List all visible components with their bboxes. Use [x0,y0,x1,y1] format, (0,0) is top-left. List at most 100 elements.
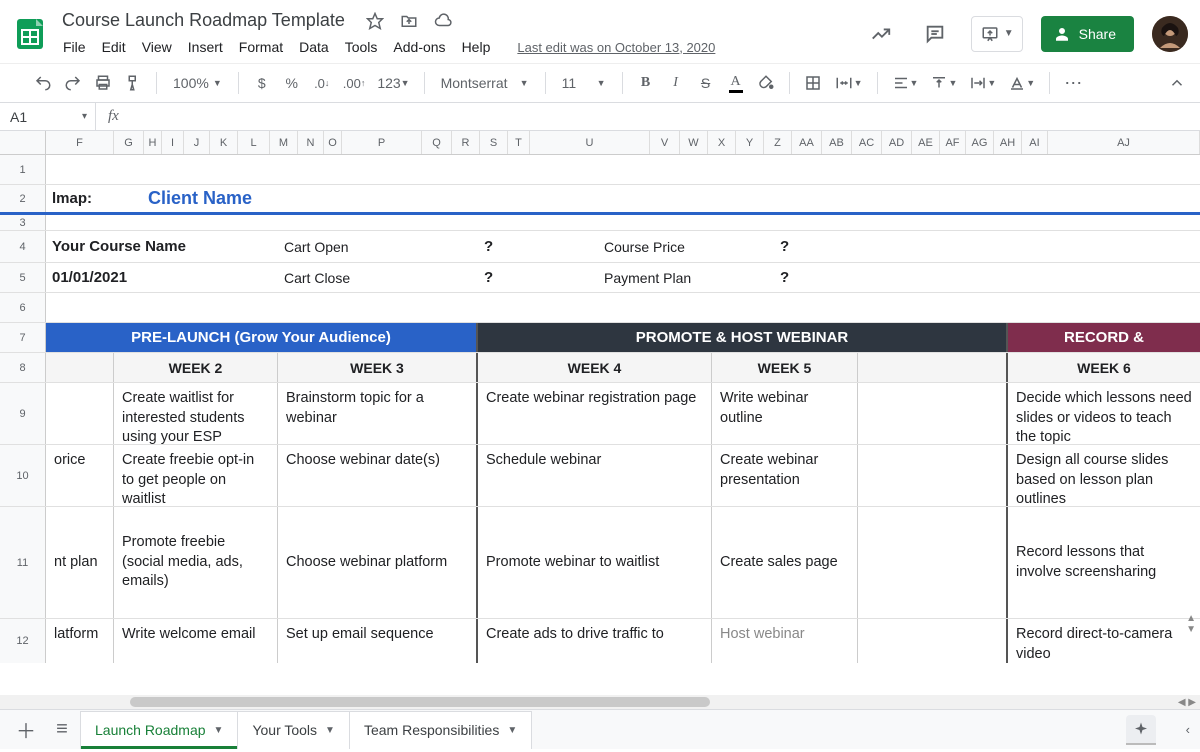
row-header[interactable]: 8 [0,353,46,382]
merge-cells-button[interactable]: ▼ [830,69,867,97]
row-header[interactable]: 7 [0,323,46,352]
font-dropdown[interactable]: Montserrat▼ [435,69,535,97]
column-header[interactable]: F [46,131,114,154]
row-header[interactable]: 6 [0,293,46,322]
column-header[interactable]: K [210,131,238,154]
text-color-button[interactable]: A [723,69,749,97]
row-header[interactable]: 11 [0,507,46,618]
text-wrap-button[interactable]: ▼ [965,69,1000,97]
menu-insert[interactable]: Insert [181,35,230,59]
column-header[interactable]: V [650,131,680,154]
row-header[interactable]: 9 [0,383,46,444]
row-header[interactable]: 10 [0,445,46,506]
collapse-side-panel-icon[interactable]: ‹ [1186,722,1190,737]
vertical-align-button[interactable]: ▼ [926,69,961,97]
column-header[interactable]: Z [764,131,792,154]
horizontal-scrollbar[interactable]: ◀ ▶ [0,695,1200,709]
all-sheets-button[interactable]: ≡ [44,712,80,748]
print-button[interactable] [90,69,116,97]
fill-color-button[interactable] [753,69,779,97]
column-header[interactable]: G [114,131,144,154]
column-header[interactable]: U [530,131,650,154]
column-header[interactable]: P [342,131,422,154]
select-all-corner[interactable] [0,131,46,154]
italic-button[interactable]: I [663,69,689,97]
account-avatar[interactable] [1152,16,1188,52]
column-header[interactable]: AJ [1048,131,1200,154]
number-format-dropdown[interactable]: 123▼ [373,69,413,97]
name-box[interactable]: A1 [0,103,96,130]
zoom-dropdown[interactable]: 100%▼ [167,69,228,97]
vertical-scroll-arrows[interactable]: ▲▼ [1186,613,1196,635]
row-header[interactable]: 2 [0,185,46,212]
column-header[interactable]: W [680,131,708,154]
row-header[interactable]: 3 [0,215,46,230]
column-header[interactable]: Y [736,131,764,154]
sheet-tab-team-responsibilities[interactable]: Team Responsibilities▼ [349,711,532,749]
column-header[interactable]: AB [822,131,852,154]
present-dropdown[interactable]: ▼ [971,16,1023,52]
scrollbar-thumb[interactable] [130,697,710,707]
menu-edit[interactable]: Edit [95,35,133,59]
menu-tools[interactable]: Tools [338,35,385,59]
column-header[interactable]: T [508,131,530,154]
add-sheet-button[interactable]: ＋ [8,712,44,748]
sheets-logo[interactable] [12,16,48,52]
star-icon[interactable] [365,11,385,31]
menu-data[interactable]: Data [292,35,336,59]
bold-button[interactable]: B [633,69,659,97]
redo-button[interactable] [60,69,86,97]
collapse-toolbar-icon[interactable] [1168,74,1186,92]
sheet-tab-launch-roadmap[interactable]: Launch Roadmap▼ [80,711,238,749]
column-header[interactable]: I [162,131,184,154]
column-header[interactable]: H [144,131,162,154]
cloud-status-icon[interactable] [433,11,453,31]
borders-button[interactable] [800,69,826,97]
menu-addons[interactable]: Add-ons [386,35,452,59]
decrease-decimal[interactable]: .0↓ [309,69,335,97]
menu-file[interactable]: File [56,35,93,59]
column-header[interactable]: M [270,131,298,154]
last-edit-link[interactable]: Last edit was on October 13, 2020 [517,40,715,55]
font-size-dropdown[interactable]: 11▼ [556,69,612,97]
doc-title[interactable]: Course Launch Roadmap Template [56,8,351,33]
row-header[interactable]: 1 [0,155,46,184]
menu-format[interactable]: Format [232,35,290,59]
paint-format-button[interactable] [120,69,146,97]
format-percent[interactable]: % [279,69,305,97]
strikethrough-button[interactable]: S [693,69,719,97]
column-header[interactable]: O [324,131,342,154]
spreadsheet-grid[interactable]: 1 2 lmap: Client Name 3 4 Your Course Na… [0,155,1200,695]
sheet-tab-your-tools[interactable]: Your Tools▼ [237,711,350,749]
column-header[interactable]: AH [994,131,1022,154]
format-currency[interactable]: $ [249,69,275,97]
row-header[interactable]: 4 [0,231,46,262]
column-header[interactable]: N [298,131,324,154]
comments-icon[interactable] [917,16,953,52]
column-header[interactable]: AE [912,131,940,154]
column-header[interactable]: S [480,131,508,154]
column-header[interactable]: AC [852,131,882,154]
column-header[interactable]: AI [1022,131,1048,154]
column-header[interactable]: AG [966,131,994,154]
column-header[interactable]: X [708,131,736,154]
column-header[interactable]: Q [422,131,452,154]
formula-input[interactable] [131,109,1200,125]
increase-decimal[interactable]: .00↑ [339,69,370,97]
undo-button[interactable] [30,69,56,97]
row-header[interactable]: 5 [0,263,46,292]
column-header[interactable]: J [184,131,210,154]
activity-icon[interactable] [863,16,899,52]
more-tools-button[interactable]: ⋯ [1060,69,1088,97]
menu-help[interactable]: Help [455,35,498,59]
column-header[interactable]: AA [792,131,822,154]
row-header[interactable]: 12 [0,619,46,663]
column-header[interactable]: L [238,131,270,154]
column-header[interactable]: AD [882,131,912,154]
explore-button[interactable] [1126,715,1156,745]
share-button[interactable]: Share [1041,16,1134,52]
text-rotation-button[interactable]: ▼ [1004,69,1039,97]
horizontal-align-button[interactable]: ▼ [888,69,923,97]
move-icon[interactable] [399,11,419,31]
column-header[interactable]: R [452,131,480,154]
